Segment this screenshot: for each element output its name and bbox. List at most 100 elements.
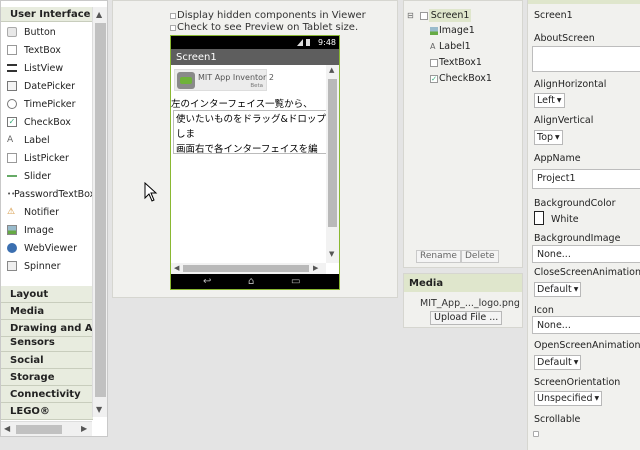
palette-category-drawing-animation[interactable]: Drawing and Animation — [1, 320, 93, 337]
logo-beta: Beta — [250, 83, 263, 89]
background-image-picker[interactable]: None... — [532, 245, 640, 263]
tree-item-image1[interactable]: Image1 — [430, 25, 475, 36]
select-value: Unspecified — [537, 393, 593, 404]
palette-item-label: Notifier — [24, 206, 60, 218]
signal-battery-icon — [297, 39, 310, 46]
components-panel: ⊟ Screen1 Image1 A Label1 TextBox1 ✓ Che… — [403, 0, 523, 268]
button-icon — [7, 27, 17, 37]
palette-category-layout[interactable]: Layout — [1, 286, 93, 303]
checkbox-icon: ✓ — [430, 74, 438, 83]
palette-item-label: Slider — [24, 170, 52, 182]
checkbox-icon: ✓ — [7, 117, 17, 127]
scroll-down-icon[interactable]: ▼ — [329, 250, 334, 258]
tablet-preview-checkbox[interactable] — [170, 24, 176, 31]
palette-category-social[interactable]: Social — [1, 352, 93, 369]
tree-item-screen1[interactable]: ⊟ Screen1 — [407, 9, 472, 22]
back-icon: ↩ — [203, 276, 212, 287]
palette-item-label: Button — [24, 26, 56, 38]
phone-clock: 9:48 — [318, 38, 336, 47]
media-file-item[interactable]: MIT_App_..._logo.png — [420, 298, 520, 309]
listpicker-icon — [7, 153, 17, 163]
scrollbar-thumb[interactable] — [95, 23, 106, 397]
timepicker-icon — [7, 99, 17, 109]
scroll-down-icon[interactable]: ▼ — [96, 405, 102, 414]
scroll-right-icon[interactable]: ▶ — [313, 264, 318, 272]
app-name-label: AppName — [534, 153, 581, 164]
background-color-value[interactable]: White — [551, 214, 579, 225]
palette-categories: Layout Media Drawing and Animation Senso… — [1, 286, 93, 420]
palette-item-label: Label — [24, 134, 50, 146]
scrollable-checkbox[interactable] — [533, 431, 539, 437]
align-vertical-select[interactable]: Top ▼ — [534, 130, 563, 145]
upload-file-button[interactable]: Upload File ... — [430, 311, 503, 325]
phone-screen[interactable]: MIT App Inventor 2 Beta 左のインターフェイス一覧から、 … — [171, 65, 339, 274]
tree-item-label: TextBox1 — [439, 57, 482, 68]
media-header: Media — [404, 274, 522, 292]
select-value: Default — [537, 357, 572, 368]
scroll-left-icon[interactable]: ◀ — [174, 264, 179, 272]
palette-category-lego[interactable]: LEGO® — [1, 403, 93, 420]
app-name-input[interactable]: Project1 — [532, 169, 640, 189]
phone-preview: 9:48 Screen1 MIT App Inventor 2 Beta 左のイ… — [170, 35, 340, 290]
properties-header-bar — [528, 0, 640, 4]
scroll-right-icon[interactable]: ▶ — [81, 424, 87, 433]
phone-horizontal-scrollbar[interactable]: ◀ ▶ — [171, 263, 326, 274]
palette-vertical-scrollbar[interactable]: ▲ ▼ — [92, 7, 107, 417]
palette-horizontal-scrollbar[interactable]: ◀ ▶ — [1, 421, 92, 436]
palette-item-label: WebViewer — [24, 242, 78, 254]
about-screen-input[interactable] — [532, 46, 640, 72]
mouse-cursor-icon — [144, 182, 158, 202]
rename-button[interactable]: Rename — [416, 250, 461, 263]
label1-component[interactable]: 左のインターフェイス一覧から、 — [171, 96, 313, 110]
dropdown-arrow-icon: ▼ — [556, 97, 562, 104]
tablet-preview-option[interactable]: Check to see Preview on Tablet size. — [170, 22, 358, 33]
scrollbar-thumb[interactable] — [16, 425, 62, 434]
properties-title: Screen1 — [534, 10, 573, 21]
palette-category-sensors[interactable]: Sensors — [1, 337, 93, 352]
palette-item-label: TimePicker — [24, 98, 76, 110]
close-screen-animation-select[interactable]: Default ▼ — [534, 282, 582, 297]
image1-component[interactable]: MIT App Inventor 2 Beta — [174, 69, 274, 91]
scroll-up-icon[interactable]: ▲ — [96, 10, 102, 19]
palette-item-label: ListView — [24, 62, 64, 74]
tree-item-label1[interactable]: A Label1 — [430, 41, 471, 52]
background-color-swatch[interactable] — [534, 211, 544, 225]
palette-item-label: PasswordTextBox — [14, 188, 96, 200]
palette-category-storage[interactable]: Storage — [1, 369, 93, 386]
textbox1-component[interactable]: 使いたいものをドラッグ&ドロップしま 画面右で各インターフェイスを編 集！ — [173, 110, 333, 154]
recent-apps-icon: ▭ — [291, 276, 301, 287]
screen-orientation-label: ScreenOrientation — [534, 377, 621, 388]
display-hidden-checkbox[interactable] — [170, 12, 176, 19]
scrollbar-thumb[interactable] — [183, 265, 309, 272]
tree-item-checkbox1[interactable]: ✓ CheckBox1 — [430, 73, 492, 84]
home-icon: ⌂ — [248, 276, 255, 287]
palette-category-connectivity[interactable]: Connectivity — [1, 386, 93, 403]
delete-button[interactable]: Delete — [461, 250, 499, 263]
tree-item-label: Label1 — [439, 41, 471, 52]
media-panel: Media MIT_App_..._logo.png Upload File .… — [403, 273, 523, 328]
scroll-up-icon[interactable]: ▲ — [329, 66, 334, 74]
open-screen-animation-select[interactable]: Default ▼ — [534, 355, 582, 370]
scrollbar-thumb[interactable] — [328, 79, 337, 227]
textbox-line: 画面右で各インターフェイスを編 — [176, 144, 318, 154]
palette-item-label: Spinner — [24, 260, 61, 272]
palette-item-label: DatePicker — [24, 80, 76, 92]
collapse-icon[interactable]: ⊟ — [407, 11, 414, 20]
phone-vertical-scrollbar[interactable]: ▲ ▼ — [326, 65, 339, 263]
tree-item-label: Screen1 — [428, 9, 472, 22]
select-value: Top — [537, 132, 554, 143]
spinner-icon — [7, 261, 17, 271]
viewer-panel: Display hidden components in Viewer Chec… — [112, 0, 398, 298]
align-horizontal-select[interactable]: Left ▼ — [534, 93, 565, 108]
datepicker-icon — [7, 81, 17, 91]
dropdown-arrow-icon: ▼ — [573, 359, 579, 366]
icon-picker[interactable]: None... — [532, 316, 640, 334]
tablet-preview-label: Check to see Preview on Tablet size. — [177, 22, 359, 33]
palette-category-media[interactable]: Media — [1, 303, 93, 320]
phone-screen-title: Screen1 — [171, 49, 339, 65]
display-hidden-option[interactable]: Display hidden components in Viewer — [170, 10, 366, 21]
screen-orientation-select[interactable]: Unspecified ▼ — [534, 391, 603, 406]
display-hidden-label: Display hidden components in Viewer — [177, 10, 366, 21]
tree-item-textbox1[interactable]: TextBox1 — [430, 57, 482, 68]
scroll-left-icon[interactable]: ◀ — [4, 424, 10, 433]
